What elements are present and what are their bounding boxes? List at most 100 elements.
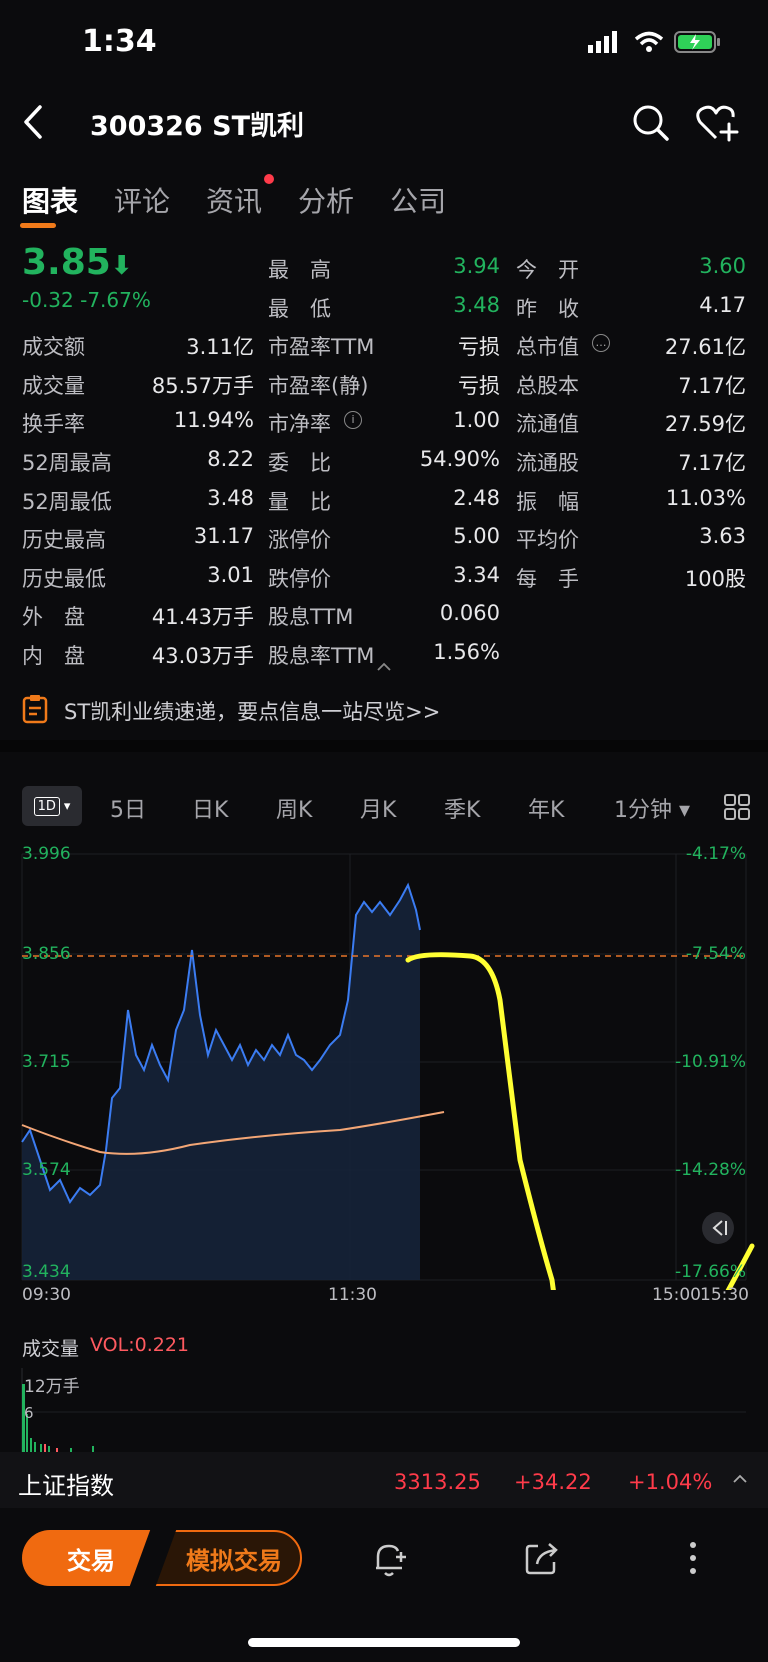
- stat-label: 52周最低: [22, 489, 112, 514]
- info-icon[interactable]: i: [344, 411, 362, 430]
- expand-index-icon[interactable]: [732, 1474, 748, 1484]
- down-arrow-icon: ⬇: [110, 251, 133, 281]
- period-weekly[interactable]: 周K: [276, 792, 312, 824]
- stat-value: 4.17: [699, 292, 746, 317]
- volume-title: 成交量: [22, 1338, 80, 1360]
- period-yearly[interactable]: 年K: [528, 792, 564, 824]
- period-quarterly[interactable]: 季K: [444, 792, 480, 824]
- intraday-chart[interactable]: [0, 840, 768, 1290]
- collapse-chart-button[interactable]: [702, 1212, 734, 1244]
- divider: [0, 740, 768, 752]
- tab-company[interactable]: 公司: [390, 180, 446, 220]
- battery-icon: [674, 31, 720, 53]
- stock-title: 300326 ST凯利: [90, 111, 304, 142]
- stat-value: 1.56%: [433, 640, 500, 664]
- y-axis-right-label: -4.17%: [685, 844, 746, 864]
- grid-menu-icon[interactable]: [724, 794, 750, 820]
- stat-label: 委 比: [268, 451, 331, 475]
- stat-label: 股息TTM: [268, 605, 354, 630]
- stat-label: 历史最低: [22, 566, 106, 591]
- stat-value: 亏损: [458, 335, 500, 360]
- stat-value: 8.22: [207, 447, 254, 471]
- stat-value: 3.48: [453, 292, 500, 317]
- back-icon[interactable]: [22, 104, 44, 140]
- stat-value: 3.48: [207, 485, 254, 510]
- volume-axis-mid: 6: [24, 1404, 34, 1422]
- stat-value: 3.63: [699, 524, 746, 549]
- x-axis-label: 15:30: [700, 1285, 749, 1305]
- stat-value: 3.01: [207, 562, 254, 587]
- more-icon[interactable]: …: [592, 334, 610, 353]
- index-change: +34.22: [514, 1470, 592, 1494]
- stat-label: 流通值: [516, 412, 579, 437]
- x-axis-label: 15:00: [652, 1285, 701, 1305]
- notification-dot: [264, 174, 275, 184]
- stat-label: 市净率: [268, 412, 331, 437]
- period-5d[interactable]: 5日: [110, 792, 146, 824]
- clipboard-icon: [22, 695, 48, 724]
- stat-value: 54.90%: [419, 447, 500, 471]
- status-icons: [588, 30, 722, 54]
- stat-label: 市盈率(静): [268, 373, 369, 398]
- tab-bar: 图表 评论 资讯 分析 公司: [19, 174, 446, 228]
- y-axis-left-label: 3.574: [22, 1160, 71, 1180]
- stat-label: 最 低: [268, 296, 331, 321]
- x-axis-label: 11:30: [328, 1285, 377, 1305]
- stat-value: 31.17: [193, 524, 254, 549]
- stat-label: 成交额: [22, 335, 85, 360]
- stat-label: 内 盘: [22, 644, 85, 668]
- status-time: 1:34: [82, 24, 157, 59]
- stat-label: 换手率: [22, 412, 85, 437]
- tab-news[interactable]: 资讯: [206, 174, 275, 220]
- earnings-banner[interactable]: ST凯利业绩速递，要点信息一站尽览>>: [64, 696, 440, 726]
- share-icon[interactable]: [524, 1540, 560, 1576]
- stat-label: 外 盘: [22, 605, 85, 630]
- stat-label: 昨 收: [516, 296, 579, 321]
- search-icon[interactable]: [632, 104, 670, 142]
- stat-value: 3.94: [453, 254, 500, 278]
- price-alert-icon[interactable]: [372, 1540, 408, 1578]
- simulated-trade-button[interactable]: 模拟交易: [152, 1530, 302, 1586]
- price-change: -0.32 -7.67%: [22, 288, 151, 312]
- period-daily[interactable]: 日K: [192, 792, 228, 824]
- stat-value: 3.34: [453, 562, 500, 587]
- add-watchlist-icon[interactable]: [696, 104, 740, 142]
- period-1d-selector[interactable]: 1D ▾: [22, 786, 82, 826]
- period-1min[interactable]: 1分钟 ▾: [614, 792, 690, 824]
- tab-chart[interactable]: 图表: [19, 180, 78, 228]
- stat-label: 市盈率TTM: [268, 335, 375, 360]
- home-indicator: [248, 1638, 520, 1647]
- collapse-chevron-icon[interactable]: [376, 662, 392, 672]
- stat-value: 0.060: [439, 601, 500, 626]
- stat-label: 涨停价: [268, 528, 331, 553]
- stat-label: 量 比: [268, 489, 331, 514]
- stat-value: 43.03万手: [151, 644, 254, 668]
- y-axis-right-label: -17.66%: [675, 1262, 746, 1282]
- volume-axis-top: 12万手: [24, 1377, 80, 1397]
- y-axis-right-label: -7.54%: [685, 944, 746, 964]
- chart-period-tabs: 1D ▾ 5日 日K 周K 月K 季K 年K 1分钟 ▾: [22, 786, 752, 826]
- stat-value: 7.17亿: [678, 451, 746, 475]
- stat-label: 成交量: [22, 373, 85, 398]
- current-price: 3.85⬇: [22, 242, 133, 283]
- more-options-icon[interactable]: [686, 1540, 700, 1576]
- stat-value: 27.61亿: [664, 335, 746, 360]
- stat-value: 11.94%: [173, 408, 254, 433]
- index-name: 上证指数: [18, 1472, 114, 1500]
- stat-label: 历史最高: [22, 528, 106, 553]
- stat-label: 平均价: [516, 528, 579, 553]
- stat-value: 100股: [684, 566, 746, 591]
- wifi-icon: [634, 31, 664, 52]
- y-axis-left-label: 3.434: [22, 1262, 71, 1282]
- x-axis-label: 09:30: [22, 1285, 71, 1305]
- period-monthly[interactable]: 月K: [360, 792, 396, 824]
- index-percent: +1.04%: [628, 1470, 713, 1494]
- stat-value: 11.03%: [665, 485, 746, 510]
- tab-analysis[interactable]: 分析: [298, 180, 354, 220]
- index-value: 3313.25: [394, 1470, 481, 1494]
- stat-value: 85.57万手: [151, 373, 254, 398]
- tab-comments[interactable]: 评论: [114, 180, 170, 220]
- stat-value: 27.59亿: [664, 412, 746, 437]
- stat-value: 7.17亿: [678, 373, 746, 398]
- stat-label: 流通股: [516, 451, 579, 475]
